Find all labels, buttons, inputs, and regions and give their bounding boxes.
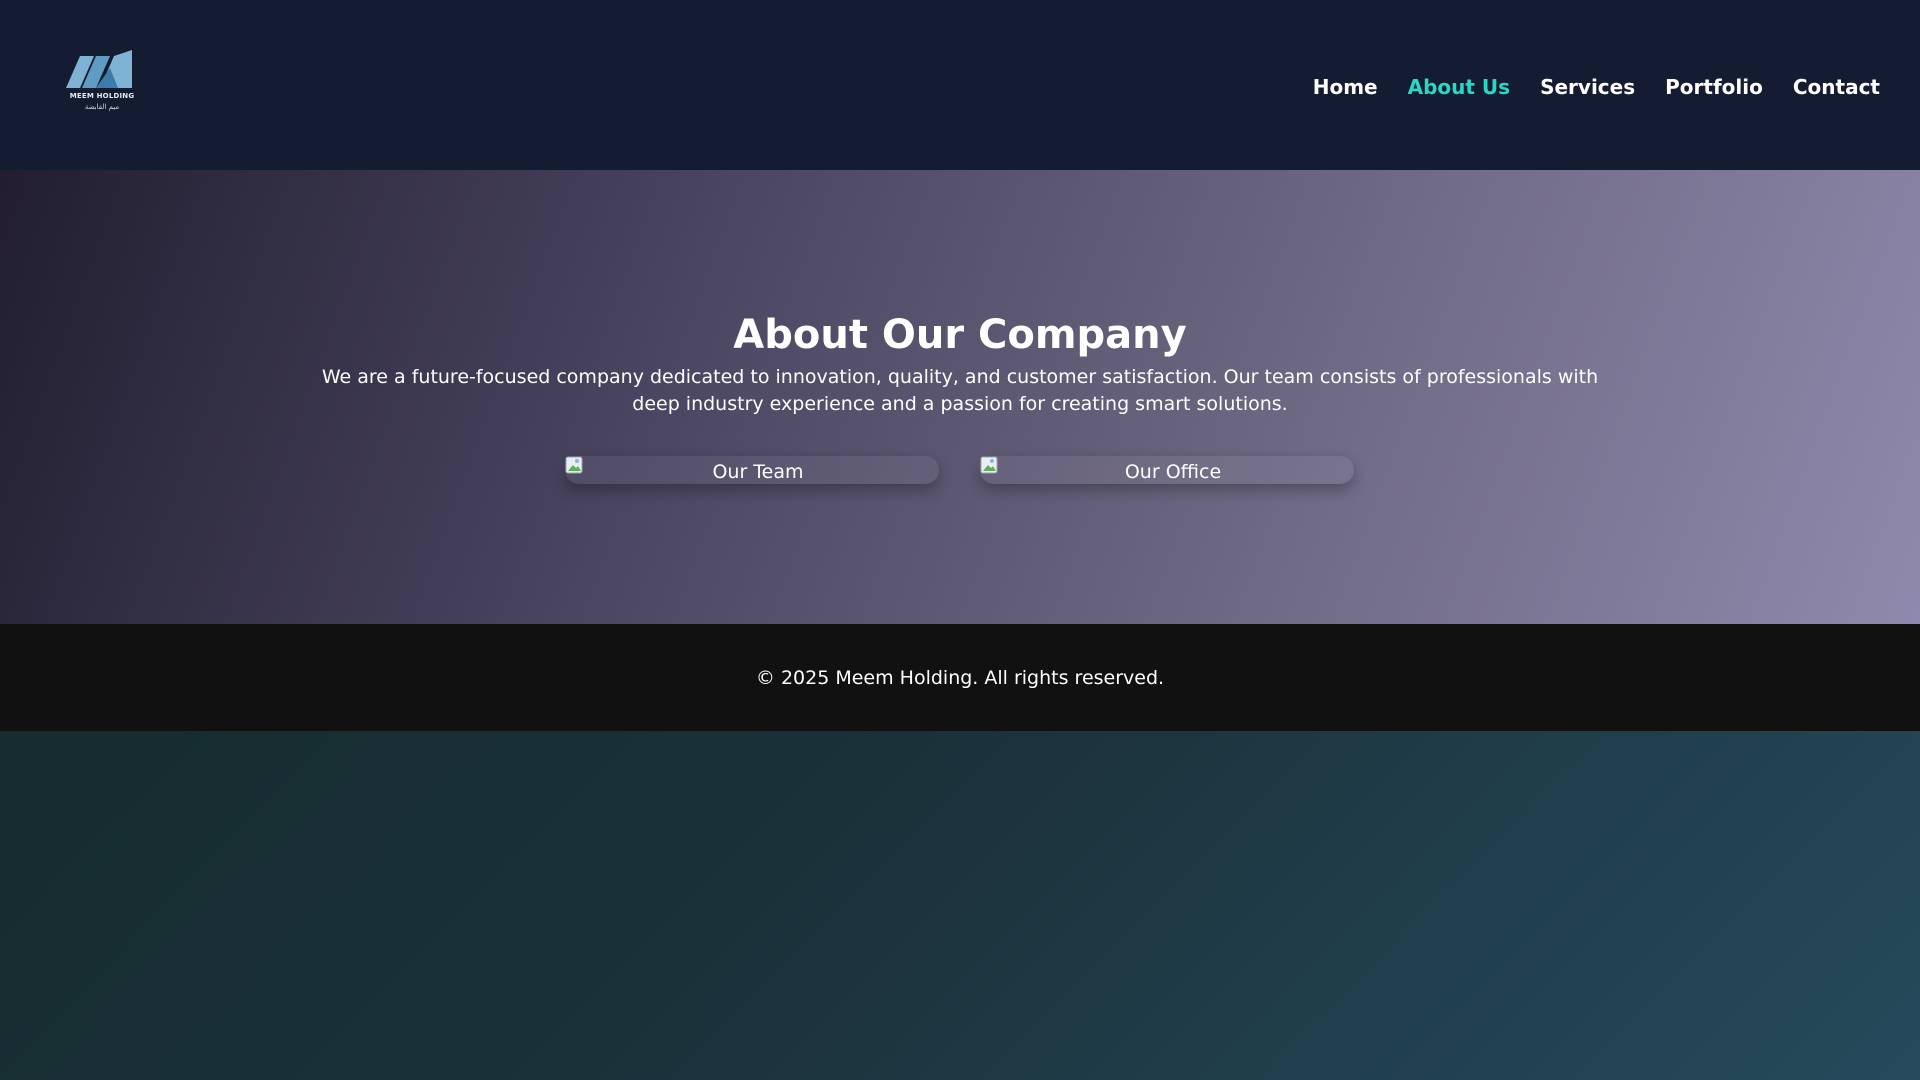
about-cards: Our Team Our Office xyxy=(0,456,1920,486)
about-hero-section: About Our Company We are a future-focuse… xyxy=(0,170,1920,624)
company-logo[interactable]: MEEM HOLDING ميم القابضة xyxy=(66,48,138,116)
card-our-office[interactable]: Our Office xyxy=(980,456,1354,484)
broken-image-icon xyxy=(565,456,585,476)
site-footer: © 2025 Meem Holding. All rights reserved… xyxy=(0,624,1920,731)
card-label: Our Office xyxy=(1124,461,1222,483)
card-label: Our Team xyxy=(712,461,804,483)
copyright-text: © 2025 Meem Holding. All rights reserved… xyxy=(755,666,1165,689)
nav-portfolio[interactable]: Portfolio xyxy=(1665,75,1763,99)
nav-home[interactable]: Home xyxy=(1313,75,1378,99)
broken-image-icon xyxy=(980,456,1000,476)
nav-about-us[interactable]: About Us xyxy=(1408,75,1510,99)
main-nav: Home About Us Services Portfolio Contact xyxy=(1313,70,1880,104)
page-title: About Our Company xyxy=(733,312,1187,358)
site-header: MEEM HOLDING ميم القابضة Home About Us S… xyxy=(0,0,1920,170)
nav-contact[interactable]: Contact xyxy=(1793,75,1880,99)
nav-services[interactable]: Services xyxy=(1540,75,1635,99)
logo-wordmark: MEEM HOLDING xyxy=(69,92,135,100)
logo-mark-icon xyxy=(66,50,132,88)
about-description: We are a future-focused company dedicate… xyxy=(321,366,1599,415)
card-our-team[interactable]: Our Team xyxy=(565,456,939,484)
logo-arabic-wordmark: ميم القابضة xyxy=(84,103,120,111)
